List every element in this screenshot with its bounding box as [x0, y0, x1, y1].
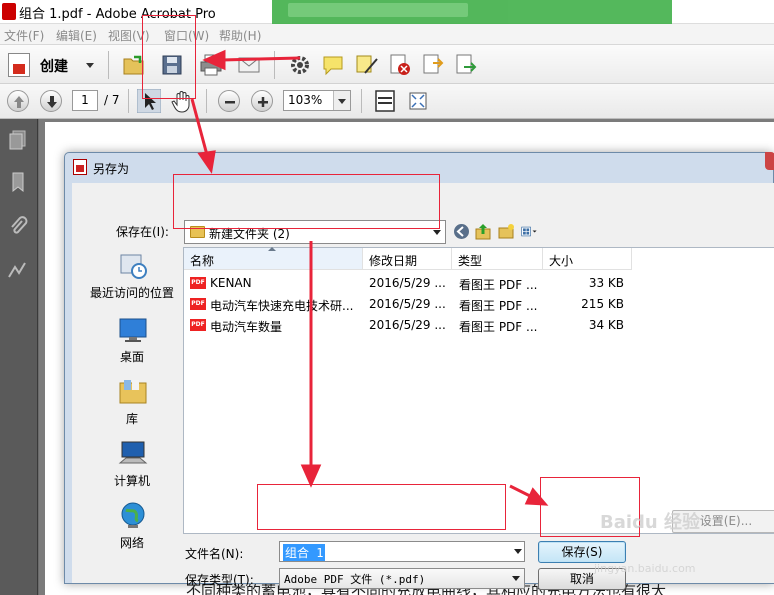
watermark-logo: Baidu 经验 — [600, 512, 701, 533]
annotation-arrowhead — [197, 150, 216, 174]
annotation-arrows — [190, 49, 549, 506]
annotation-arrowhead — [300, 464, 322, 488]
annotation-arrow — [190, 98, 209, 156]
annotation-arrowhead — [524, 487, 549, 506]
watermark-url: jingyan.baidu.com — [594, 562, 696, 575]
annotation-arrowhead — [202, 49, 226, 71]
annotation-arrow — [221, 56, 301, 62]
annotation-arrow — [509, 484, 531, 498]
